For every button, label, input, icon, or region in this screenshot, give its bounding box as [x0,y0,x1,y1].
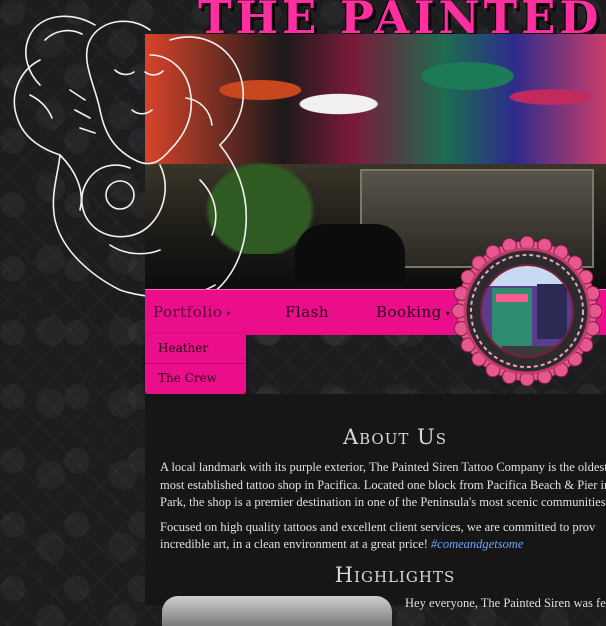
about-text: A local landmark with its purple exterio… [160,459,606,561]
about-paragraph-1: A local landmark with its purple exterio… [160,459,606,512]
nav-booking[interactable]: Booking ▾ [376,290,450,335]
dropdown-item-heather[interactable]: Heather [145,334,246,364]
about-paragraph-2: Focused on high quality tattoos and exce… [160,519,606,554]
nav-flash-label: Flash [285,303,330,321]
portfolio-dropdown: Heather The Crew [145,334,246,394]
about-line: Park, the shop is a premier destination … [160,495,606,509]
chevron-down-icon: ▾ [445,308,451,318]
highlight-excerpt[interactable]: Hey everyone, The Painted Siren was feat [405,596,606,611]
shop-photo-badge [452,236,602,386]
about-line: incredible art, in a clean environment a… [160,537,428,551]
about-heading: About Us [342,425,448,449]
about-line: most established tattoo shop in Pacifica… [160,477,606,492]
site-title[interactable]: THE PAINTED [198,0,606,38]
highlight-thumbnail[interactable] [162,596,392,626]
chevron-down-icon: ▾ [226,308,231,318]
nav-flash[interactable]: Flash [285,290,329,335]
nav-booking-label: Booking [376,303,442,321]
dropdown-item-the-crew[interactable]: The Crew [145,364,246,393]
about-line: Focused on high quality tattoos and exce… [160,519,596,534]
highlights-heading: Highlights [334,563,456,587]
nav-portfolio[interactable]: Portfolio ▾ [153,290,231,335]
about-line: A local landmark with its purple exterio… [160,460,606,474]
nav-portfolio-label: Portfolio [153,303,223,321]
hashtag-link[interactable]: #comeandgetsome [431,537,523,551]
tattoo-chair [295,224,405,284]
